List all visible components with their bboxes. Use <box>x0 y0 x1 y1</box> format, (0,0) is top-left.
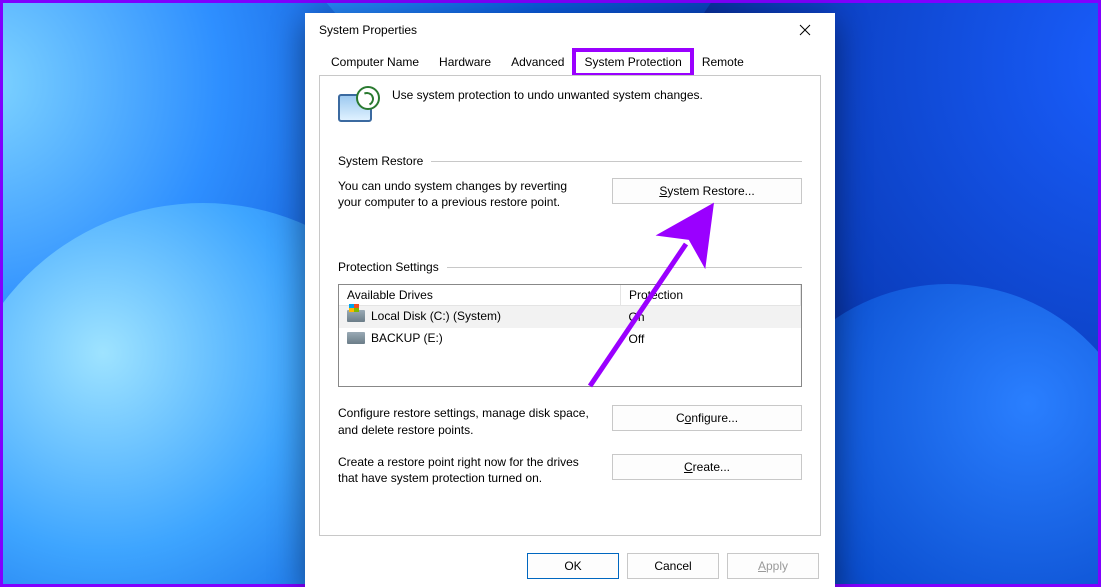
tab-hardware[interactable]: Hardware <box>429 50 501 75</box>
drive-icon <box>347 332 365 344</box>
col-available-drives[interactable]: Available Drives <box>339 285 621 306</box>
tab-remote[interactable]: Remote <box>692 50 754 75</box>
tab-panel: Use system protection to undo unwanted s… <box>319 75 821 536</box>
dialog-button-bar: OK Cancel Apply <box>305 544 835 587</box>
tab-computer-name[interactable]: Computer Name <box>321 50 429 75</box>
system-restore-button[interactable]: System Restore... <box>612 178 802 204</box>
drives-table: Available Drives Protection Local Disk (… <box>338 284 802 387</box>
col-protection[interactable]: Protection <box>621 285 801 306</box>
intro-text: Use system protection to undo unwanted s… <box>392 88 703 102</box>
system-protection-icon <box>338 88 378 128</box>
create-desc: Create a restore point right now for the… <box>338 454 592 486</box>
configure-button[interactable]: Configure... <box>612 405 802 431</box>
close-icon[interactable] <box>783 15 827 45</box>
tab-strip: Computer Name Hardware Advanced System P… <box>305 47 835 75</box>
window-title: System Properties <box>319 23 783 37</box>
tab-system-protection[interactable]: System Protection <box>574 50 691 75</box>
configure-desc: Configure restore settings, manage disk … <box>338 405 592 437</box>
table-row[interactable]: BACKUP (E:) Off <box>339 328 801 350</box>
drive-icon <box>347 310 365 322</box>
table-row[interactable]: Local Disk (C:) (System) On <box>339 306 801 329</box>
tab-advanced[interactable]: Advanced <box>501 50 574 75</box>
cancel-button[interactable]: Cancel <box>627 553 719 579</box>
apply-button[interactable]: Apply <box>727 553 819 579</box>
protection-settings-group-label: Protection Settings <box>338 260 802 274</box>
titlebar: System Properties <box>305 13 835 47</box>
create-button[interactable]: Create... <box>612 454 802 480</box>
system-restore-group-label: System Restore <box>338 154 802 168</box>
system-restore-desc: You can undo system changes by reverting… <box>338 178 592 210</box>
system-properties-dialog: System Properties Computer Name Hardware… <box>305 13 835 587</box>
ok-button[interactable]: OK <box>527 553 619 579</box>
